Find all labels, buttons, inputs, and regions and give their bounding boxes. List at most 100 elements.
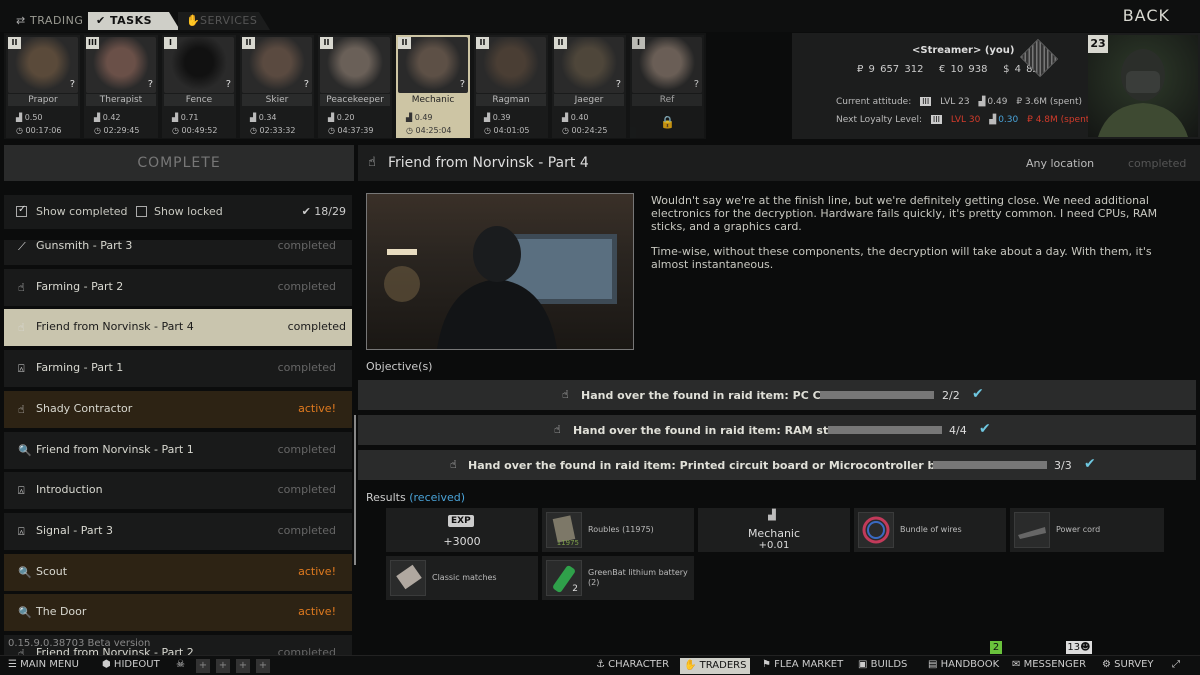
trader-name: Mechanic <box>398 94 468 106</box>
matches-icon <box>390 560 426 596</box>
trader-loyalty-badge: I <box>164 37 177 49</box>
standing-icon: ▟ <box>16 113 23 122</box>
standing-icon: ▟ <box>172 113 179 122</box>
trader-card-mechanic[interactable]: II? Mechanic ▟ 0.49 ◷ 04:25:04 <box>396 35 470 138</box>
main-menu-button[interactable]: ☰ MAIN MENU <box>8 659 79 670</box>
messenger-button[interactable]: ✉ MESSENGER <box>1012 659 1086 670</box>
quick-slot-1[interactable]: + <box>196 659 210 673</box>
tab-tasks[interactable]: ✔ TASKS <box>88 12 180 30</box>
task-row[interactable]: ☝ Shady Contractor active! <box>4 390 352 428</box>
standing-icon: ▟ <box>978 97 986 107</box>
hand-icon: ☝ <box>562 388 569 401</box>
trader-card-peacekeeper[interactable]: II Peacekeeper ▟ 0.20 ◷ 04:37:39 <box>318 35 392 138</box>
tab-trading[interactable]: ⇄ TRADING <box>8 12 88 30</box>
task-status: completed <box>277 279 336 293</box>
trader-card-therapist[interactable]: III? Therapist ▟ 0.42 ◷ 02:29:45 <box>84 35 158 138</box>
task-list[interactable]: ⟋ Gunsmith - Part 3 completed ☝ Farming - Pa… <box>4 240 352 655</box>
trader-card-jaeger[interactable]: II? Jaeger ▟ 0.40 ◷ 00:24:25 <box>552 35 626 138</box>
task-header: ☝ Friend from Norvinsk - Part 4 Any loca… <box>358 145 1200 181</box>
show-locked-checkbox[interactable] <box>136 206 147 217</box>
standing-icon: ▟ <box>250 113 257 122</box>
check-circle-icon: ✔ <box>301 205 311 218</box>
trader-name: Jaeger <box>554 94 624 106</box>
handshake-icon: ✋ <box>186 14 201 27</box>
quick-slot-3[interactable]: + <box>236 659 250 673</box>
tab-services[interactable]: ✋SERVICES <box>178 12 270 30</box>
reward-battery[interactable]: 2 GreenBat lithium battery (2) <box>542 556 694 600</box>
trader-strip: II? Prapor ▟ 0.50 ◷ 00:17:06 III? Therapist ▟ … <box>4 33 706 139</box>
trader-standing: ▟ 0.34 <box>250 113 277 122</box>
objective-count: 3/3 <box>1054 459 1072 472</box>
player-money: ₽ 9 657 312 € 10 938 $ 4 824 <box>857 64 1045 75</box>
search-icon: 🔍 <box>18 606 32 620</box>
hideout-icon: ⬢ <box>102 659 111 670</box>
hideout-button[interactable]: ⬢ HIDEOUT <box>102 659 160 670</box>
task-row[interactable]: ⟋ Gunsmith - Part 3 completed <box>4 240 352 265</box>
skull-icon[interactable]: ☠ <box>176 659 185 670</box>
euros-amount: € 10 938 <box>938 64 988 75</box>
task-name: Introduction <box>36 483 103 497</box>
task-title: Friend from Norvinsk - Part 4 <box>388 155 589 171</box>
top-bar: ⇄ TRADING ✔ TASKS ✋SERVICES BACK <box>0 0 1200 32</box>
hand-icon: ☝ <box>450 458 457 471</box>
trader-question: ? <box>459 79 465 90</box>
reward-wires[interactable]: Bundle of wires <box>854 508 1006 552</box>
handbook-notification-badge: 2 <box>990 641 1002 654</box>
builds-button[interactable]: ▣ BUILDS <box>858 659 907 670</box>
chevron-right-icon: › <box>351 318 352 332</box>
task-row[interactable]: ☝ Farming - Part 2 completed <box>4 268 352 306</box>
trader-card-skier[interactable]: II? Skier ▟ 0.34 ◷ 02:33:32 <box>240 35 314 138</box>
traders-button[interactable]: ✋ TRADERS <box>680 658 751 674</box>
flea-market-button[interactable]: ⚑ FLEA MARKET <box>762 659 843 670</box>
task-row[interactable]: ⍓ Farming - Part 1 completed <box>4 350 352 388</box>
task-row[interactable]: 🔍 Friend from Norvinsk - Part 1 completed <box>4 431 352 469</box>
show-completed-label: Show completed <box>36 205 128 218</box>
objective-text: Hand over the found in raid item: RAM st… <box>573 424 846 437</box>
quick-slot-4[interactable]: + <box>256 659 270 673</box>
survey-icon: ⚙ <box>1102 659 1111 670</box>
objectives-label: Objective(s) <box>366 360 433 373</box>
trader-card-fence[interactable]: I? Fence ▟ 0.71 ◷ 00:49:52 <box>162 35 236 138</box>
task-row[interactable]: 🔍 The Door active! <box>4 594 352 632</box>
task-list-scrollbar[interactable] <box>354 415 356 565</box>
roubles-amount: ₽ 9 657 312 <box>857 64 924 75</box>
fullscreen-icon[interactable]: ⤢ <box>1172 659 1180 670</box>
reward-matches[interactable]: Classic matches <box>386 556 538 600</box>
show-completed-checkbox[interactable]: ✓ <box>16 204 27 217</box>
back-button[interactable]: BACK <box>1123 6 1170 25</box>
reward-power-cord[interactable]: Power cord <box>1010 508 1164 552</box>
reward-exp: EXP +3000 <box>386 508 538 552</box>
clock-icon: ◷ <box>250 126 257 135</box>
trader-card-ragman[interactable]: II Ragman ▟ 0.39 ◷ 04:01:05 <box>474 35 548 138</box>
clock-icon: ◷ <box>484 126 491 135</box>
trader-standing: ▟ 0.20 <box>328 113 355 122</box>
survey-button[interactable]: ⚙ SURVEY <box>1102 659 1154 670</box>
reward-roubles[interactable]: 11975 Roubles (11975) <box>542 508 694 552</box>
objective-progress-bar <box>828 426 942 434</box>
trader-standing: ▟ 0.50 <box>16 113 43 122</box>
trader-name: Ragman <box>476 94 546 106</box>
task-row[interactable]: ☝ Friend from Norvinsk - Part 4 completed › <box>4 309 352 347</box>
trader-name: Therapist <box>86 94 156 106</box>
trader-card-ref[interactable]: I? Ref 🔒 <box>630 35 704 138</box>
trader-timer: ◷ 00:24:25 <box>562 126 608 135</box>
description-paragraph: Time-wise, without these components, the… <box>651 245 1152 271</box>
task-name: Signal - Part 3 <box>36 523 113 537</box>
trader-timer: ◷ 02:29:45 <box>94 126 140 135</box>
handbook-button[interactable]: ▤ HANDBOOK <box>928 659 999 670</box>
task-row[interactable]: ⍓ Signal - Part 3 completed <box>4 512 352 550</box>
quick-slot-2[interactable]: + <box>216 659 230 673</box>
version-label: 0.15.9.0.38703 Beta version <box>8 638 151 649</box>
task-row[interactable]: ⍓ Introduction completed <box>4 472 352 510</box>
menu-icon: ☰ <box>8 659 17 670</box>
trader-name: Fence <box>164 94 234 106</box>
results-label: Results (received) <box>366 491 465 504</box>
task-status: completed <box>277 361 336 375</box>
character-button[interactable]: ⚓ CHARACTER <box>596 659 669 670</box>
objective-row: ☝ Hand over the found in raid item: RAM s… <box>358 415 1196 445</box>
complete-button[interactable]: COMPLETE <box>4 145 354 181</box>
description-paragraph: Wouldn't say we're at the finish line, b… <box>651 194 1158 233</box>
trader-card-prapor[interactable]: II? Prapor ▟ 0.50 ◷ 00:17:06 <box>6 35 80 138</box>
objective-row: ☝ Hand over the found in raid item: Print… <box>358 450 1196 480</box>
task-row[interactable]: 🔍 Scout active! <box>4 553 352 591</box>
